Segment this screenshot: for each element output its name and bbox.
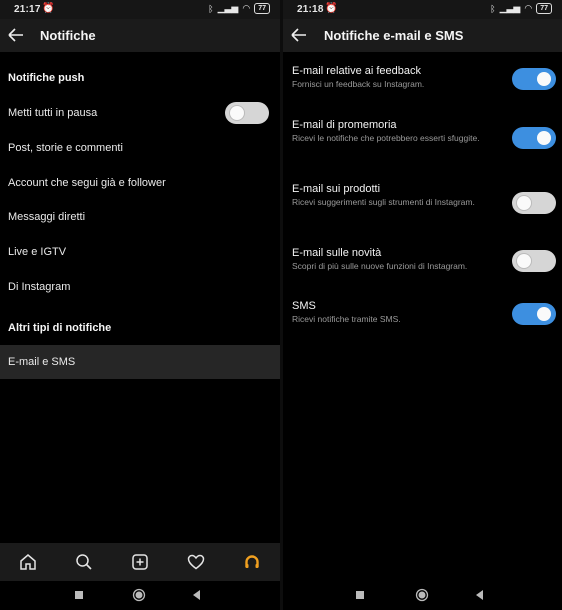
- back-nav-icon[interactable]: [473, 588, 487, 602]
- option-description: Ricevi le notifiche che potrebbero esser…: [292, 133, 480, 143]
- profile-icon[interactable]: [241, 551, 263, 573]
- bottom-tab-bar: [0, 543, 280, 581]
- item-label: Di Instagram: [8, 281, 71, 293]
- option-toggle[interactable]: [512, 303, 556, 325]
- item-label: Metti tutti in pausa: [8, 107, 98, 119]
- battery-icon: 77: [254, 3, 270, 14]
- settings-item-messaggi-diretti[interactable]: Messaggi diretti: [0, 200, 280, 234]
- home-icon[interactable]: [17, 551, 39, 573]
- search-icon[interactable]: [73, 551, 95, 573]
- section-header-altri-tipi-di-notifiche: Altri tipi di notifiche: [0, 311, 280, 345]
- add-post-icon[interactable]: [129, 551, 151, 573]
- alarm-icon: ⏰: [325, 3, 338, 14]
- recents-icon[interactable]: [72, 588, 86, 602]
- item-label: Messaggi diretti: [8, 211, 86, 223]
- item-label: Altri tipi di notifiche: [8, 322, 112, 334]
- section-header-notifiche-push: Notifiche push: [0, 61, 280, 95]
- option-toggle[interactable]: [512, 250, 556, 272]
- option-title: E-mail sulle novità: [292, 247, 382, 259]
- settings-item-e-mail-e-sms[interactable]: E-mail e SMS: [0, 345, 280, 379]
- home-nav-icon[interactable]: [415, 588, 429, 602]
- app-bar: Notifiche e-mail e SMS: [283, 19, 562, 52]
- option-description: Ricevi suggerimenti sugli strumenti di I…: [292, 197, 475, 207]
- item-label: Notifiche push: [8, 72, 85, 84]
- page-title: Notifiche: [40, 28, 96, 43]
- option-toggle[interactable]: [512, 192, 556, 214]
- page-title: Notifiche e-mail e SMS: [324, 28, 464, 43]
- notifications-screen: 21:17 ⏰ ᛒ ▁▃▅ ◠ 77 Notifiche Notifiche p…: [0, 0, 280, 610]
- option-0: E-mail relative ai feedback Fornisci un f…: [292, 65, 507, 89]
- item-label: Account che segui già e follower: [8, 177, 166, 189]
- settings-item-post-storie-e-commenti[interactable]: Post, storie e commenti: [0, 131, 280, 165]
- status-icons: ᛒ ▁▃▅ ◠ 77: [490, 3, 552, 14]
- settings-item-live-e-igtv[interactable]: Live e IGTV: [0, 235, 280, 269]
- toggle-knob: [537, 72, 551, 86]
- option-description: Ricevi notifiche tramite SMS.: [292, 314, 401, 324]
- toggle-knob: [517, 254, 531, 268]
- option-title: E-mail di promemoria: [292, 119, 397, 131]
- option-title: SMS: [292, 300, 316, 312]
- back-nav-icon[interactable]: [190, 588, 204, 602]
- battery-icon: 77: [536, 3, 552, 14]
- bluetooth-icon: ᛒ: [490, 3, 496, 14]
- toggle-knob: [517, 196, 531, 210]
- option-description: Fornisci un feedback su Instagram.: [292, 79, 425, 89]
- item-label: Live e IGTV: [8, 246, 67, 258]
- option-2: E-mail sui prodotti Ricevi suggerimenti s…: [292, 183, 507, 207]
- status-time: 21:18: [297, 4, 324, 15]
- back-arrow-icon[interactable]: [6, 25, 26, 45]
- toggle-knob: [230, 106, 244, 120]
- option-toggle[interactable]: [512, 127, 556, 149]
- bluetooth-icon: ᛒ: [208, 3, 214, 14]
- system-nav-bar: [0, 581, 280, 610]
- alarm-icon: ⏰: [42, 3, 55, 14]
- toggle-knob: [537, 307, 551, 321]
- heart-icon[interactable]: [185, 551, 207, 573]
- signal-icon: ▁▃▅: [217, 3, 239, 13]
- settings-item-account-che-segui-gi-e-follower[interactable]: Account che segui già e follower: [0, 166, 280, 200]
- option-title: E-mail sui prodotti: [292, 183, 381, 195]
- option-toggle[interactable]: [512, 68, 556, 90]
- option-1: E-mail di promemoria Ricevi le notifiche …: [292, 119, 507, 143]
- signal-icon: ▁▃▅: [499, 3, 521, 13]
- status-bar: 21:18 ⏰ ᛒ ▁▃▅ ◠ 77: [283, 0, 562, 19]
- status-time: 21:17: [14, 4, 41, 15]
- wifi-icon: ◠: [242, 3, 251, 13]
- settings-item-di-instagram[interactable]: Di Instagram: [0, 270, 280, 304]
- back-arrow-icon[interactable]: [289, 25, 309, 45]
- toggle-knob: [537, 131, 551, 145]
- system-nav-bar: [283, 581, 562, 610]
- recents-icon[interactable]: [353, 588, 367, 602]
- option-4: SMS Ricevi notifiche tramite SMS.: [292, 300, 507, 324]
- option-title: E-mail relative ai feedback: [292, 65, 422, 77]
- home-nav-icon[interactable]: [132, 588, 146, 602]
- email-sms-screen: 21:18 ⏰ ᛒ ▁▃▅ ◠ 77 Notifiche e-mail e SM…: [283, 0, 562, 610]
- option-3: E-mail sulle novità Scopri di più sulle n…: [292, 247, 507, 271]
- status-icons: ᛒ ▁▃▅ ◠ 77: [208, 3, 270, 14]
- status-bar: 21:17 ⏰ ᛒ ▁▃▅ ◠ 77: [0, 0, 280, 19]
- item-label: E-mail e SMS: [8, 356, 76, 368]
- pause-all-toggle[interactable]: [225, 102, 269, 124]
- wifi-icon: ◠: [524, 3, 533, 13]
- item-label: Post, storie e commenti: [8, 142, 123, 154]
- option-description: Scopri di più sulle nuove funzioni di In…: [292, 261, 468, 271]
- app-bar: Notifiche: [0, 19, 280, 52]
- settings-item-metti-tutti-in-pausa[interactable]: Metti tutti in pausa: [0, 96, 280, 130]
